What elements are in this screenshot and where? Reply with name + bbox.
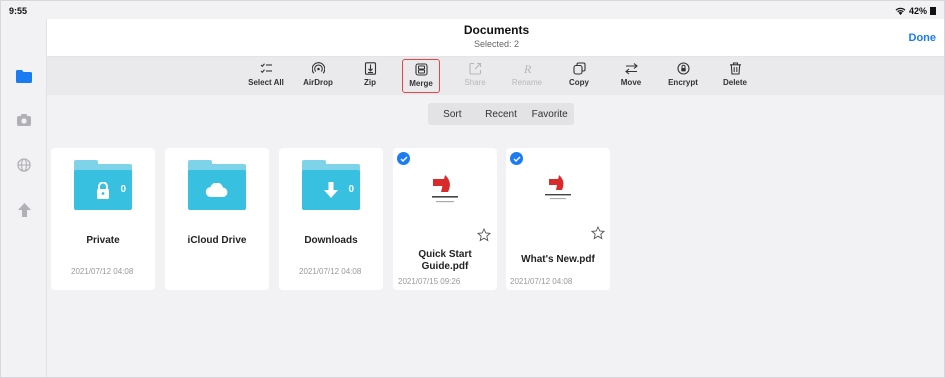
selection-count: Selected: 2 bbox=[473, 39, 520, 49]
favorite-star-icon[interactable] bbox=[591, 226, 605, 240]
status-indicators: 42% bbox=[895, 6, 936, 16]
file-date: 2021/07/12 04:08 bbox=[299, 267, 362, 276]
zip-icon bbox=[364, 62, 376, 75]
status-time: 9:55 bbox=[9, 6, 28, 16]
favorite-star-icon[interactable] bbox=[477, 228, 491, 242]
sidebar bbox=[1, 19, 47, 377]
sort-option-favorite[interactable]: Favorite bbox=[525, 109, 574, 120]
sort-option-sort[interactable]: Sort bbox=[428, 109, 477, 120]
selected-checkmark-icon[interactable] bbox=[397, 152, 410, 165]
toolbar: Select All AirDrop Zip Merge Share R Ren… bbox=[47, 57, 944, 95]
download-arrow-icon bbox=[324, 182, 338, 198]
file-card-downloads[interactable]: 0 Downloads 2021/07/12 04:08 bbox=[279, 148, 383, 290]
header: Documents Selected: 2 Done bbox=[47, 19, 944, 57]
page-title: Documents bbox=[463, 23, 530, 37]
file-name: What's New.pdf bbox=[521, 254, 595, 265]
battery-percent: 42% bbox=[908, 6, 927, 16]
select-all-button[interactable]: Select All bbox=[241, 59, 291, 93]
rename-button[interactable]: R Rename bbox=[502, 59, 552, 93]
merge-icon bbox=[414, 63, 428, 76]
file-card-private[interactable]: 0 Private 2021/07/12 04:08 bbox=[51, 148, 155, 290]
cloud-icon bbox=[205, 183, 228, 197]
item-count: 0 bbox=[348, 184, 354, 195]
file-date: 2021/07/12 04:08 bbox=[510, 277, 573, 286]
rename-label: Rename bbox=[511, 78, 543, 87]
airdrop-icon bbox=[311, 62, 325, 74]
selected-checkmark-icon[interactable] bbox=[510, 152, 523, 165]
lock-icon bbox=[97, 181, 109, 199]
folder-icon: 0 bbox=[74, 160, 132, 210]
globe-icon[interactable] bbox=[15, 156, 33, 174]
file-name: Downloads bbox=[304, 235, 358, 246]
upload-icon[interactable] bbox=[15, 201, 33, 219]
trash-icon bbox=[729, 62, 741, 75]
pdf-thumbnail-icon bbox=[423, 170, 467, 218]
file-card-whats-new[interactable]: What's New.pdf 2021/07/12 04:08 bbox=[506, 148, 610, 290]
copy-label: Copy bbox=[569, 78, 589, 87]
copy-button[interactable]: Copy bbox=[554, 59, 604, 93]
airdrop-button[interactable]: AirDrop bbox=[293, 59, 343, 93]
done-button[interactable]: Done bbox=[909, 32, 937, 44]
wifi-icon bbox=[895, 7, 906, 15]
file-card-icloud-drive[interactable]: iCloud Drive bbox=[165, 148, 269, 290]
folder-icon: 0 bbox=[302, 160, 360, 210]
move-label: Move bbox=[620, 78, 642, 87]
rename-icon: R bbox=[523, 62, 532, 75]
file-card-quick-start-guide[interactable]: Quick Start Guide.pdf 2021/07/15 09:26 bbox=[393, 148, 497, 290]
encrypt-button[interactable]: Encrypt bbox=[658, 59, 708, 93]
zip-label: Zip bbox=[364, 78, 376, 87]
copy-icon bbox=[572, 62, 586, 75]
file-name: Private bbox=[86, 235, 120, 246]
merge-button[interactable]: Merge bbox=[402, 59, 440, 93]
merge-label: Merge bbox=[409, 79, 433, 88]
folder-icon bbox=[188, 160, 246, 210]
battery-icon bbox=[930, 7, 936, 15]
encrypt-icon bbox=[676, 62, 690, 75]
share-icon bbox=[468, 62, 481, 75]
move-icon bbox=[624, 63, 638, 75]
share-label: Share bbox=[464, 78, 486, 87]
folder-icon[interactable] bbox=[15, 67, 33, 85]
file-name: iCloud Drive bbox=[187, 235, 247, 246]
file-name: Quick Start Guide.pdf bbox=[418, 249, 472, 272]
airdrop-label: AirDrop bbox=[303, 78, 333, 87]
pdf-thumbnail-icon bbox=[536, 170, 580, 218]
sort-segmented-control: Sort Recent Favorite bbox=[428, 103, 574, 125]
select-all-label: Select All bbox=[248, 78, 284, 87]
delete-label: Delete bbox=[722, 78, 747, 87]
file-date: 2021/07/15 09:26 bbox=[398, 277, 461, 286]
item-count: 0 bbox=[120, 184, 126, 195]
screen: 9:55 42% Documents Selected: 2 Done Sele… bbox=[0, 0, 945, 378]
camera-icon[interactable] bbox=[15, 111, 33, 129]
move-button[interactable]: Move bbox=[606, 59, 656, 93]
select-all-icon bbox=[260, 63, 272, 74]
delete-button[interactable]: Delete bbox=[710, 59, 760, 93]
sort-option-recent[interactable]: Recent bbox=[477, 109, 526, 120]
svg-text:R: R bbox=[523, 62, 532, 75]
encrypt-label: Encrypt bbox=[668, 78, 698, 87]
zip-button[interactable]: Zip bbox=[345, 59, 395, 93]
file-date: 2021/07/12 04:08 bbox=[71, 267, 134, 276]
share-button[interactable]: Share bbox=[450, 59, 500, 93]
